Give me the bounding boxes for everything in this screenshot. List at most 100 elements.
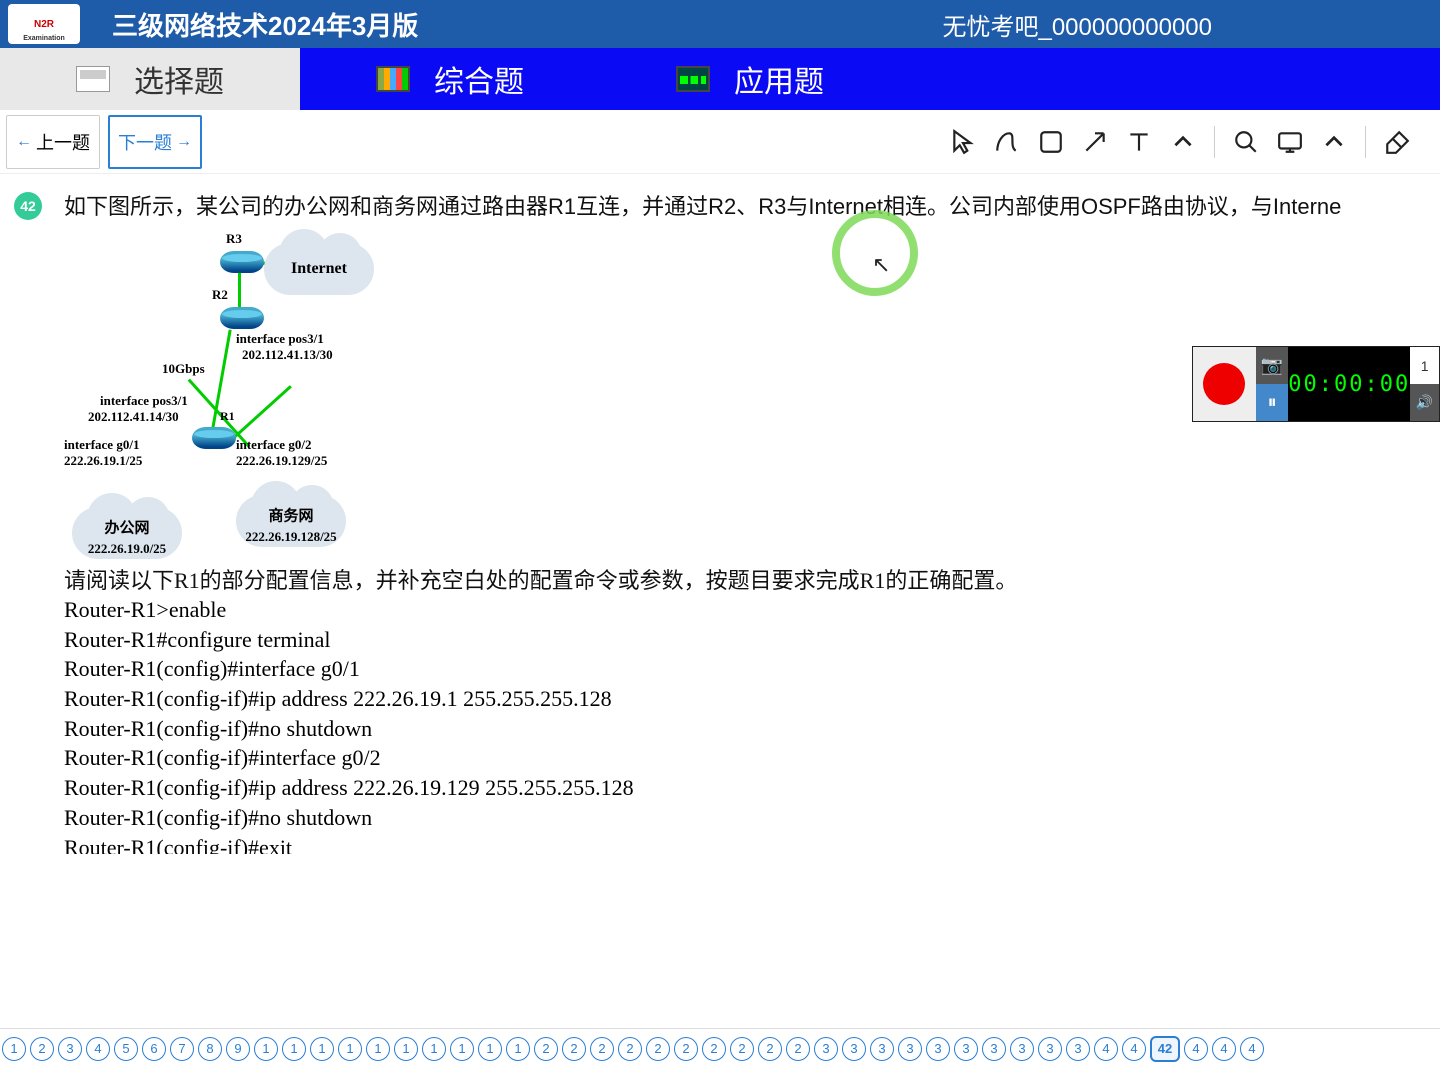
nav-question-item[interactable]: 3 [58, 1037, 82, 1061]
nav-question-item[interactable]: 2 [758, 1037, 782, 1061]
next-label: 下一题 [118, 129, 172, 155]
label-ip-pos31-r2: 202.112.41.13/30 [242, 347, 333, 363]
nav-question-item[interactable]: 1 [282, 1037, 306, 1061]
nav-question-item[interactable]: 2 [618, 1037, 642, 1061]
text-icon[interactable] [1126, 129, 1152, 155]
nav-question-item[interactable]: 8 [198, 1037, 222, 1061]
nav-question-item[interactable]: 3 [898, 1037, 922, 1061]
nav-question-item[interactable]: 2 [702, 1037, 726, 1061]
cloud-biz: 商务网222.26.19.128/25 [236, 495, 346, 547]
nav-question-item[interactable]: 2 [562, 1037, 586, 1061]
nav-question-item[interactable]: 3 [870, 1037, 894, 1061]
nav-question-item[interactable]: 1 [450, 1037, 474, 1061]
label-r3: R3 [226, 231, 242, 247]
nav-question-item[interactable]: 5 [114, 1037, 138, 1061]
config-line: Router-R1(config-if)#exit [64, 833, 1432, 855]
nav-question-item[interactable]: 42 [1150, 1036, 1180, 1062]
rectangle-icon[interactable] [1038, 129, 1064, 155]
pen-icon[interactable] [994, 129, 1020, 155]
nav-question-item[interactable]: 7 [170, 1037, 194, 1061]
record-button[interactable] [1193, 347, 1256, 421]
chevron-up-icon[interactable] [1321, 129, 1347, 155]
next-question-button[interactable]: 下一题→ [108, 115, 202, 169]
nav-question-item[interactable]: 3 [926, 1037, 950, 1061]
app-header: N2R Examination 三级网络技术2024年3月版 无忧考吧_0000… [0, 0, 1440, 48]
arrow-icon[interactable] [1082, 129, 1108, 155]
search-icon[interactable] [1233, 129, 1259, 155]
tab-label: 应用题 [734, 57, 824, 101]
exam-title: 三级网络技术2024年3月版 [112, 6, 418, 43]
tab-comprehensive[interactable]: 综合题 [300, 48, 600, 110]
config-line: Router-R1(config-if)#ip address 222.26.1… [64, 684, 1432, 714]
label-biz: 商务网 [236, 504, 346, 525]
question-intro: 如下图所示，某公司的办公网和商务网通过路由器R1互连，并通过R2、R3与Inte… [64, 190, 1432, 223]
label-office: 办公网 [72, 516, 182, 537]
nav-question-item[interactable]: 1 [366, 1037, 390, 1061]
nav-question-item[interactable]: 3 [814, 1037, 838, 1061]
nav-question-item[interactable]: 2 [730, 1037, 754, 1061]
tab-choice[interactable]: 选择题 [0, 48, 300, 110]
question-number-badge: 42 [14, 192, 42, 220]
record-dot-icon [1203, 363, 1245, 405]
label-internet: Internet [264, 260, 374, 278]
nav-question-item[interactable]: 1 [506, 1037, 530, 1061]
config-line: Router-R1(config-if)#no shutdown [64, 803, 1432, 833]
speaker-button[interactable]: 🔊 [1410, 384, 1439, 421]
nav-question-item[interactable]: 3 [1066, 1037, 1090, 1061]
recorder-indicator: 1 [1410, 347, 1439, 384]
comprehensive-icon [376, 66, 410, 92]
cloud-office: 办公网222.26.19.0/25 [72, 507, 182, 559]
nav-question-item[interactable]: 1 [2, 1037, 26, 1061]
screen-recorder-widget[interactable]: 📷 ⏸ 00:00:00 1 🔊 [1192, 346, 1440, 422]
nav-question-item[interactable]: 1 [422, 1037, 446, 1061]
nav-question-item[interactable]: 3 [842, 1037, 866, 1061]
nav-question-item[interactable]: 2 [590, 1037, 614, 1061]
nav-question-item[interactable]: 6 [142, 1037, 166, 1061]
nav-question-item[interactable]: 4 [86, 1037, 110, 1061]
collapse-icon[interactable] [1170, 129, 1196, 155]
nav-question-item[interactable]: 4 [1240, 1037, 1264, 1061]
nav-question-item[interactable]: 1 [338, 1037, 362, 1061]
recorder-side: 1 🔊 [1410, 347, 1439, 421]
toolbar-separator [1214, 126, 1215, 158]
tab-label: 选择题 [134, 57, 224, 101]
label-speed: 10Gbps [162, 361, 205, 377]
nav-question-item[interactable]: 2 [674, 1037, 698, 1061]
app-logo: N2R Examination [8, 4, 80, 44]
toolbar-separator [1365, 126, 1366, 158]
nav-question-item[interactable]: 2 [786, 1037, 810, 1061]
label-if-pos31-r2: interface pos3/1 [236, 331, 324, 347]
nav-question-item[interactable]: 2 [534, 1037, 558, 1061]
nav-question-item[interactable]: 1 [310, 1037, 334, 1061]
nav-question-item[interactable]: 4 [1122, 1037, 1146, 1061]
nav-question-item[interactable]: 2 [646, 1037, 670, 1061]
camera-button[interactable]: 📷 [1256, 347, 1288, 384]
config-block: Router-R1>enableRouter-R1#configure term… [64, 595, 1432, 854]
label-ip-g01: 222.26.19.1/25 [64, 453, 142, 469]
prev-question-button[interactable]: ←上一题 [6, 115, 100, 169]
nav-question-item[interactable]: 3 [1010, 1037, 1034, 1061]
label-if-g01: interface g0/1 [64, 437, 139, 453]
question-content: 42 如下图所示，某公司的办公网和商务网通过路由器R1互连，并通过R2、R3与I… [0, 174, 1440, 854]
config-line: Router-R1(config-if)#ip address 222.26.1… [64, 773, 1432, 803]
nav-question-item[interactable]: 4 [1094, 1037, 1118, 1061]
pointer-icon[interactable] [950, 129, 976, 155]
tab-label: 综合题 [434, 57, 524, 101]
nav-question-item[interactable]: 9 [226, 1037, 250, 1061]
recorder-timer: 00:00:00 [1288, 347, 1410, 421]
screen-icon[interactable] [1277, 129, 1303, 155]
pause-button[interactable]: ⏸ [1256, 384, 1288, 421]
nav-question-item[interactable]: 3 [982, 1037, 1006, 1061]
nav-question-item[interactable]: 3 [1038, 1037, 1062, 1061]
nav-question-item[interactable]: 4 [1184, 1037, 1208, 1061]
nav-question-item[interactable]: 1 [478, 1037, 502, 1061]
nav-question-item[interactable]: 1 [394, 1037, 418, 1061]
section-tabs: 选择题 综合题 应用题 [0, 48, 1440, 110]
nav-question-item[interactable]: 1 [254, 1037, 278, 1061]
nav-question-item[interactable]: 4 [1212, 1037, 1236, 1061]
nav-question-item[interactable]: 3 [954, 1037, 978, 1061]
eraser-icon[interactable] [1384, 129, 1410, 155]
tab-application[interactable]: 应用题 [600, 48, 900, 110]
config-line: Router-R1#configure terminal [64, 625, 1432, 655]
nav-question-item[interactable]: 2 [30, 1037, 54, 1061]
